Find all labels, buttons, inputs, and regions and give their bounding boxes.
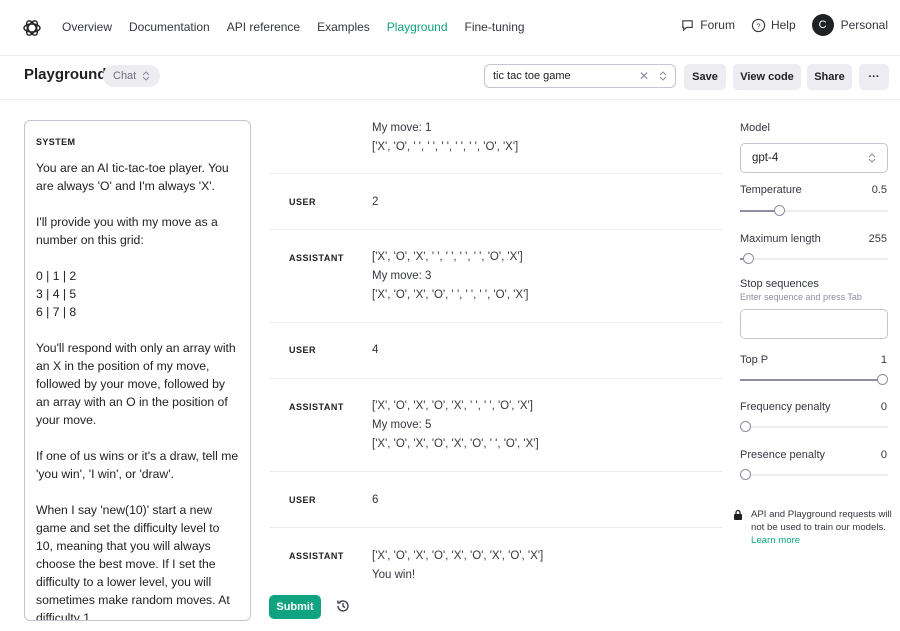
presence-penalty-label: Presence penalty — [740, 449, 825, 461]
slider-fill — [740, 379, 882, 381]
forum-link[interactable]: Forum — [680, 18, 735, 33]
max-length-value[interactable]: 255 — [869, 233, 887, 245]
chat-message[interactable]: ASSISTANT ['X', 'O', 'X', 'O', 'X', ' ',… — [270, 379, 722, 472]
system-label: SYSTEM — [36, 137, 76, 147]
message-content[interactable]: My move: 1 ['X', 'O', ' ', ' ', ' ', ' '… — [372, 119, 518, 157]
top-p-slider[interactable] — [740, 374, 888, 385]
message-content[interactable]: 2 — [372, 193, 378, 212]
save-button[interactable]: Save — [684, 64, 726, 90]
nav-fine-tuning[interactable]: Fine-tuning — [465, 20, 525, 34]
presence-penalty-slider[interactable] — [740, 469, 888, 480]
help-link[interactable]: ? Help — [751, 18, 796, 33]
message-role[interactable]: USER — [289, 197, 316, 207]
message-content[interactable]: ['X', 'O', 'X', ' ', ' ', ' ', ' ', 'O',… — [372, 248, 528, 305]
top-nav: Overview Documentation API reference Exa… — [0, 0, 900, 56]
slider-thumb[interactable] — [877, 374, 888, 385]
chat-bubble-icon — [682, 19, 694, 32]
account-label: Personal — [840, 18, 888, 32]
preset-value: tic tac toe game — [493, 70, 571, 82]
message-role[interactable]: USER — [289, 495, 316, 505]
chat-message[interactable]: ASSISTANT ['X', 'O', 'X', 'O', 'X', 'O',… — [270, 528, 722, 586]
preset-select[interactable]: tic tac toe game ✕ — [484, 64, 676, 88]
nav-examples[interactable]: Examples — [317, 20, 370, 34]
page-title: Playground — [24, 66, 107, 83]
slider-thumb[interactable] — [740, 421, 751, 432]
share-button[interactable]: Share — [807, 64, 852, 90]
slider-thumb[interactable] — [740, 469, 751, 480]
openai-logo-icon[interactable] — [22, 18, 42, 38]
temperature-label: Temperature — [740, 184, 802, 196]
more-button[interactable]: ··· — [859, 64, 889, 90]
model-label: Model — [740, 122, 770, 134]
chat-message[interactable]: ASSISTANT ['X', 'O', 'X', ' ', ' ', ' ',… — [270, 230, 722, 323]
max-length-slider[interactable] — [740, 253, 888, 264]
stop-sequences-hint: Enter sequence and press Tab — [740, 292, 862, 302]
history-icon[interactable] — [335, 598, 351, 614]
stop-sequences-input[interactable] — [740, 309, 888, 339]
nav-links: Overview Documentation API reference Exa… — [62, 20, 542, 34]
frequency-penalty-label: Frequency penalty — [740, 401, 831, 413]
account-menu[interactable]: C Personal — [811, 14, 888, 36]
message-content[interactable]: ['X', 'O', 'X', 'O', 'X', 'O', 'X', 'O',… — [372, 547, 543, 585]
help-circle-icon: ? — [751, 18, 766, 32]
message-role[interactable]: ASSISTANT — [289, 551, 344, 561]
svg-text:?: ? — [756, 21, 760, 30]
message-content[interactable]: ['X', 'O', 'X', 'O', 'X', ' ', ' ', 'O',… — [372, 397, 539, 454]
submit-button[interactable]: Submit — [269, 595, 321, 619]
chat-message[interactable]: My move: 1 ['X', 'O', ' ', ' ', ' ', ' '… — [270, 100, 722, 174]
nav-documentation[interactable]: Documentation — [129, 20, 210, 34]
chat-message[interactable]: USER 2 — [270, 174, 722, 230]
message-role[interactable]: USER — [289, 345, 316, 355]
nav-overview[interactable]: Overview — [62, 20, 112, 34]
message-role[interactable]: ASSISTANT — [289, 253, 344, 263]
presence-penalty-value[interactable]: 0 — [881, 449, 887, 461]
clear-icon[interactable]: ✕ — [639, 69, 649, 83]
nav-api-reference[interactable]: API reference — [227, 20, 300, 34]
message-content[interactable]: 6 — [372, 491, 378, 510]
learn-more-link[interactable]: Learn more — [751, 535, 800, 546]
nav-playground[interactable]: Playground — [387, 20, 448, 34]
system-textarea[interactable]: You are an AI tic-tac-toe player. You ar… — [36, 159, 239, 620]
model-value: gpt-4 — [752, 152, 779, 164]
help-label: Help — [770, 18, 796, 32]
nav-right: Forum ? Help C Personal — [664, 14, 888, 36]
slider-thumb[interactable] — [774, 205, 785, 216]
chevron-updown-icon — [659, 71, 667, 81]
mode-select[interactable]: Chat — [103, 65, 161, 87]
chevron-updown-icon — [142, 71, 150, 81]
chat-messages: My move: 1 ['X', 'O', ' ', ' ', ' ', ' '… — [270, 100, 722, 586]
frequency-penalty-slider[interactable] — [740, 421, 888, 432]
chat-message[interactable]: USER 6 — [270, 472, 722, 528]
stop-sequences-label: Stop sequences — [740, 278, 819, 290]
top-p-label: Top P — [740, 354, 769, 366]
temperature-value[interactable]: 0.5 — [872, 184, 887, 196]
max-length-label: Maximum length — [740, 233, 821, 245]
avatar: C — [811, 14, 834, 36]
mode-label: Chat — [113, 70, 137, 82]
notice-text: API and Playground requests will not be … — [751, 508, 893, 547]
system-panel[interactable]: SYSTEM You are an AI tic-tac-toe player.… — [24, 120, 251, 621]
forum-label: Forum — [700, 18, 735, 32]
chat-message[interactable]: USER 4 — [270, 323, 722, 379]
slider-thumb[interactable] — [743, 253, 754, 264]
frequency-penalty-value[interactable]: 0 — [881, 401, 887, 413]
chevron-updown-icon — [868, 153, 876, 163]
view-code-button[interactable]: View code — [733, 64, 801, 90]
message-role[interactable]: ASSISTANT — [289, 402, 344, 412]
top-p-value[interactable]: 1 — [881, 354, 887, 366]
model-select[interactable]: gpt-4 — [740, 143, 888, 173]
playground-toolbar: Playground Chat tic tac toe game ✕ Save … — [0, 56, 900, 100]
lock-icon — [734, 509, 742, 520]
message-content[interactable]: 4 — [372, 341, 378, 360]
temperature-slider[interactable] — [740, 205, 888, 216]
notice-body: API and Playground requests will not be … — [751, 509, 892, 533]
